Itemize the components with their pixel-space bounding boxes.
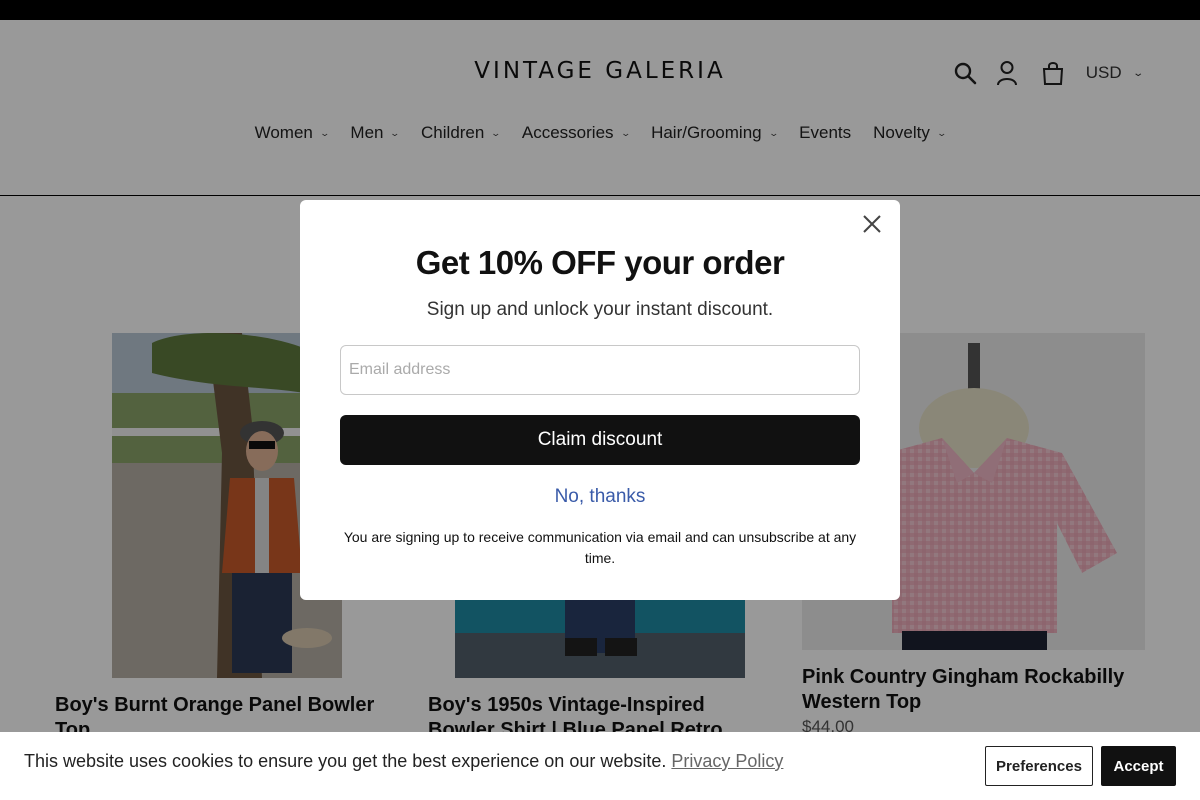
- preferences-button[interactable]: Preferences: [985, 746, 1093, 786]
- no-thanks-link[interactable]: No, thanks: [300, 486, 900, 508]
- discount-popup: Get 10% OFF your order Sign up and unloc…: [300, 200, 900, 600]
- popup-title: Get 10% OFF your order: [415, 244, 785, 281]
- privacy-policy-link[interactable]: Privacy Policy: [671, 751, 783, 771]
- accept-button[interactable]: Accept: [1101, 746, 1176, 786]
- claim-discount-button[interactable]: Claim discount: [340, 415, 860, 465]
- close-icon[interactable]: [860, 212, 884, 236]
- email-field[interactable]: [340, 345, 860, 395]
- cookie-message: This website uses cookies to ensure you …: [24, 751, 783, 772]
- cookie-text: This website uses cookies to ensure you …: [24, 751, 667, 771]
- popup-subtitle: Sign up and unlock your instant discount…: [426, 299, 774, 320]
- popup-legal-text: You are signing up to receive communicat…: [343, 529, 857, 566]
- cookie-banner: This website uses cookies to ensure you …: [0, 732, 1200, 800]
